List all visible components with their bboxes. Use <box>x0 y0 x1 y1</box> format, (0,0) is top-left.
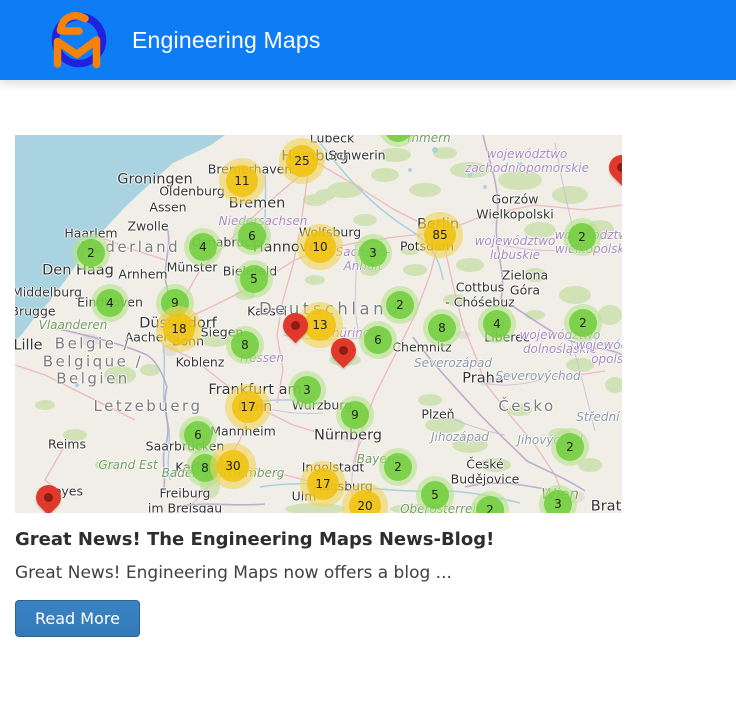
article-title: Great News! The Engineering Maps News-Bl… <box>15 529 721 550</box>
cluster-marker[interactable]: 11 <box>219 158 265 204</box>
cluster-marker[interactable]: 9 <box>336 396 374 434</box>
cluster-marker[interactable]: 6 <box>233 217 271 255</box>
cluster-marker[interactable]: 85 <box>417 212 463 258</box>
read-more-button[interactable]: Read More <box>15 600 140 637</box>
cluster-marker[interactable]: 2 <box>551 428 589 466</box>
main-content: GroningenOldenburgAssenZwolleHaarlemNede… <box>0 80 736 637</box>
cluster-marker[interactable]: 4 <box>478 305 516 343</box>
map[interactable]: GroningenOldenburgAssenZwolleHaarlemNede… <box>15 135 622 513</box>
cluster-marker[interactable]: 10 <box>297 224 343 270</box>
cluster-marker[interactable]: 17 <box>225 384 271 430</box>
cluster-marker[interactable]: 3 <box>354 234 392 272</box>
cluster-marker[interactable]: 18 <box>156 306 202 352</box>
cluster-marker[interactable]: 4 <box>184 228 222 266</box>
cluster-marker[interactable]: 8 <box>226 326 264 364</box>
cluster-marker[interactable]: 2 <box>379 448 417 486</box>
cluster-marker[interactable]: 2 <box>563 218 601 256</box>
cluster-marker[interactable]: 2 <box>564 304 602 342</box>
cluster-marker[interactable]: 25 <box>279 138 325 184</box>
cluster-marker[interactable]: 5 <box>235 260 273 298</box>
cluster-marker[interactable]: 17 <box>300 461 346 507</box>
cluster-marker[interactable]: 2 <box>72 234 110 272</box>
cluster-marker[interactable]: 6 <box>359 321 397 359</box>
app-header: Engineering Maps <box>0 0 736 80</box>
engineering-maps-logo-icon[interactable] <box>46 7 112 73</box>
cluster-marker[interactable]: 4 <box>91 284 129 322</box>
cluster-marker[interactable]: 3 <box>288 371 326 409</box>
cluster-marker[interactable]: 2 <box>381 286 419 324</box>
cluster-marker[interactable]: 8 <box>423 309 461 347</box>
cluster-marker[interactable]: 6 <box>179 416 217 454</box>
page-title: Engineering Maps <box>132 27 321 54</box>
article-excerpt: Great News! Engineering Maps now offers … <box>15 563 721 583</box>
cluster-marker[interactable]: 30 <box>210 443 256 489</box>
cluster-marker[interactable]: 5 <box>416 476 454 513</box>
